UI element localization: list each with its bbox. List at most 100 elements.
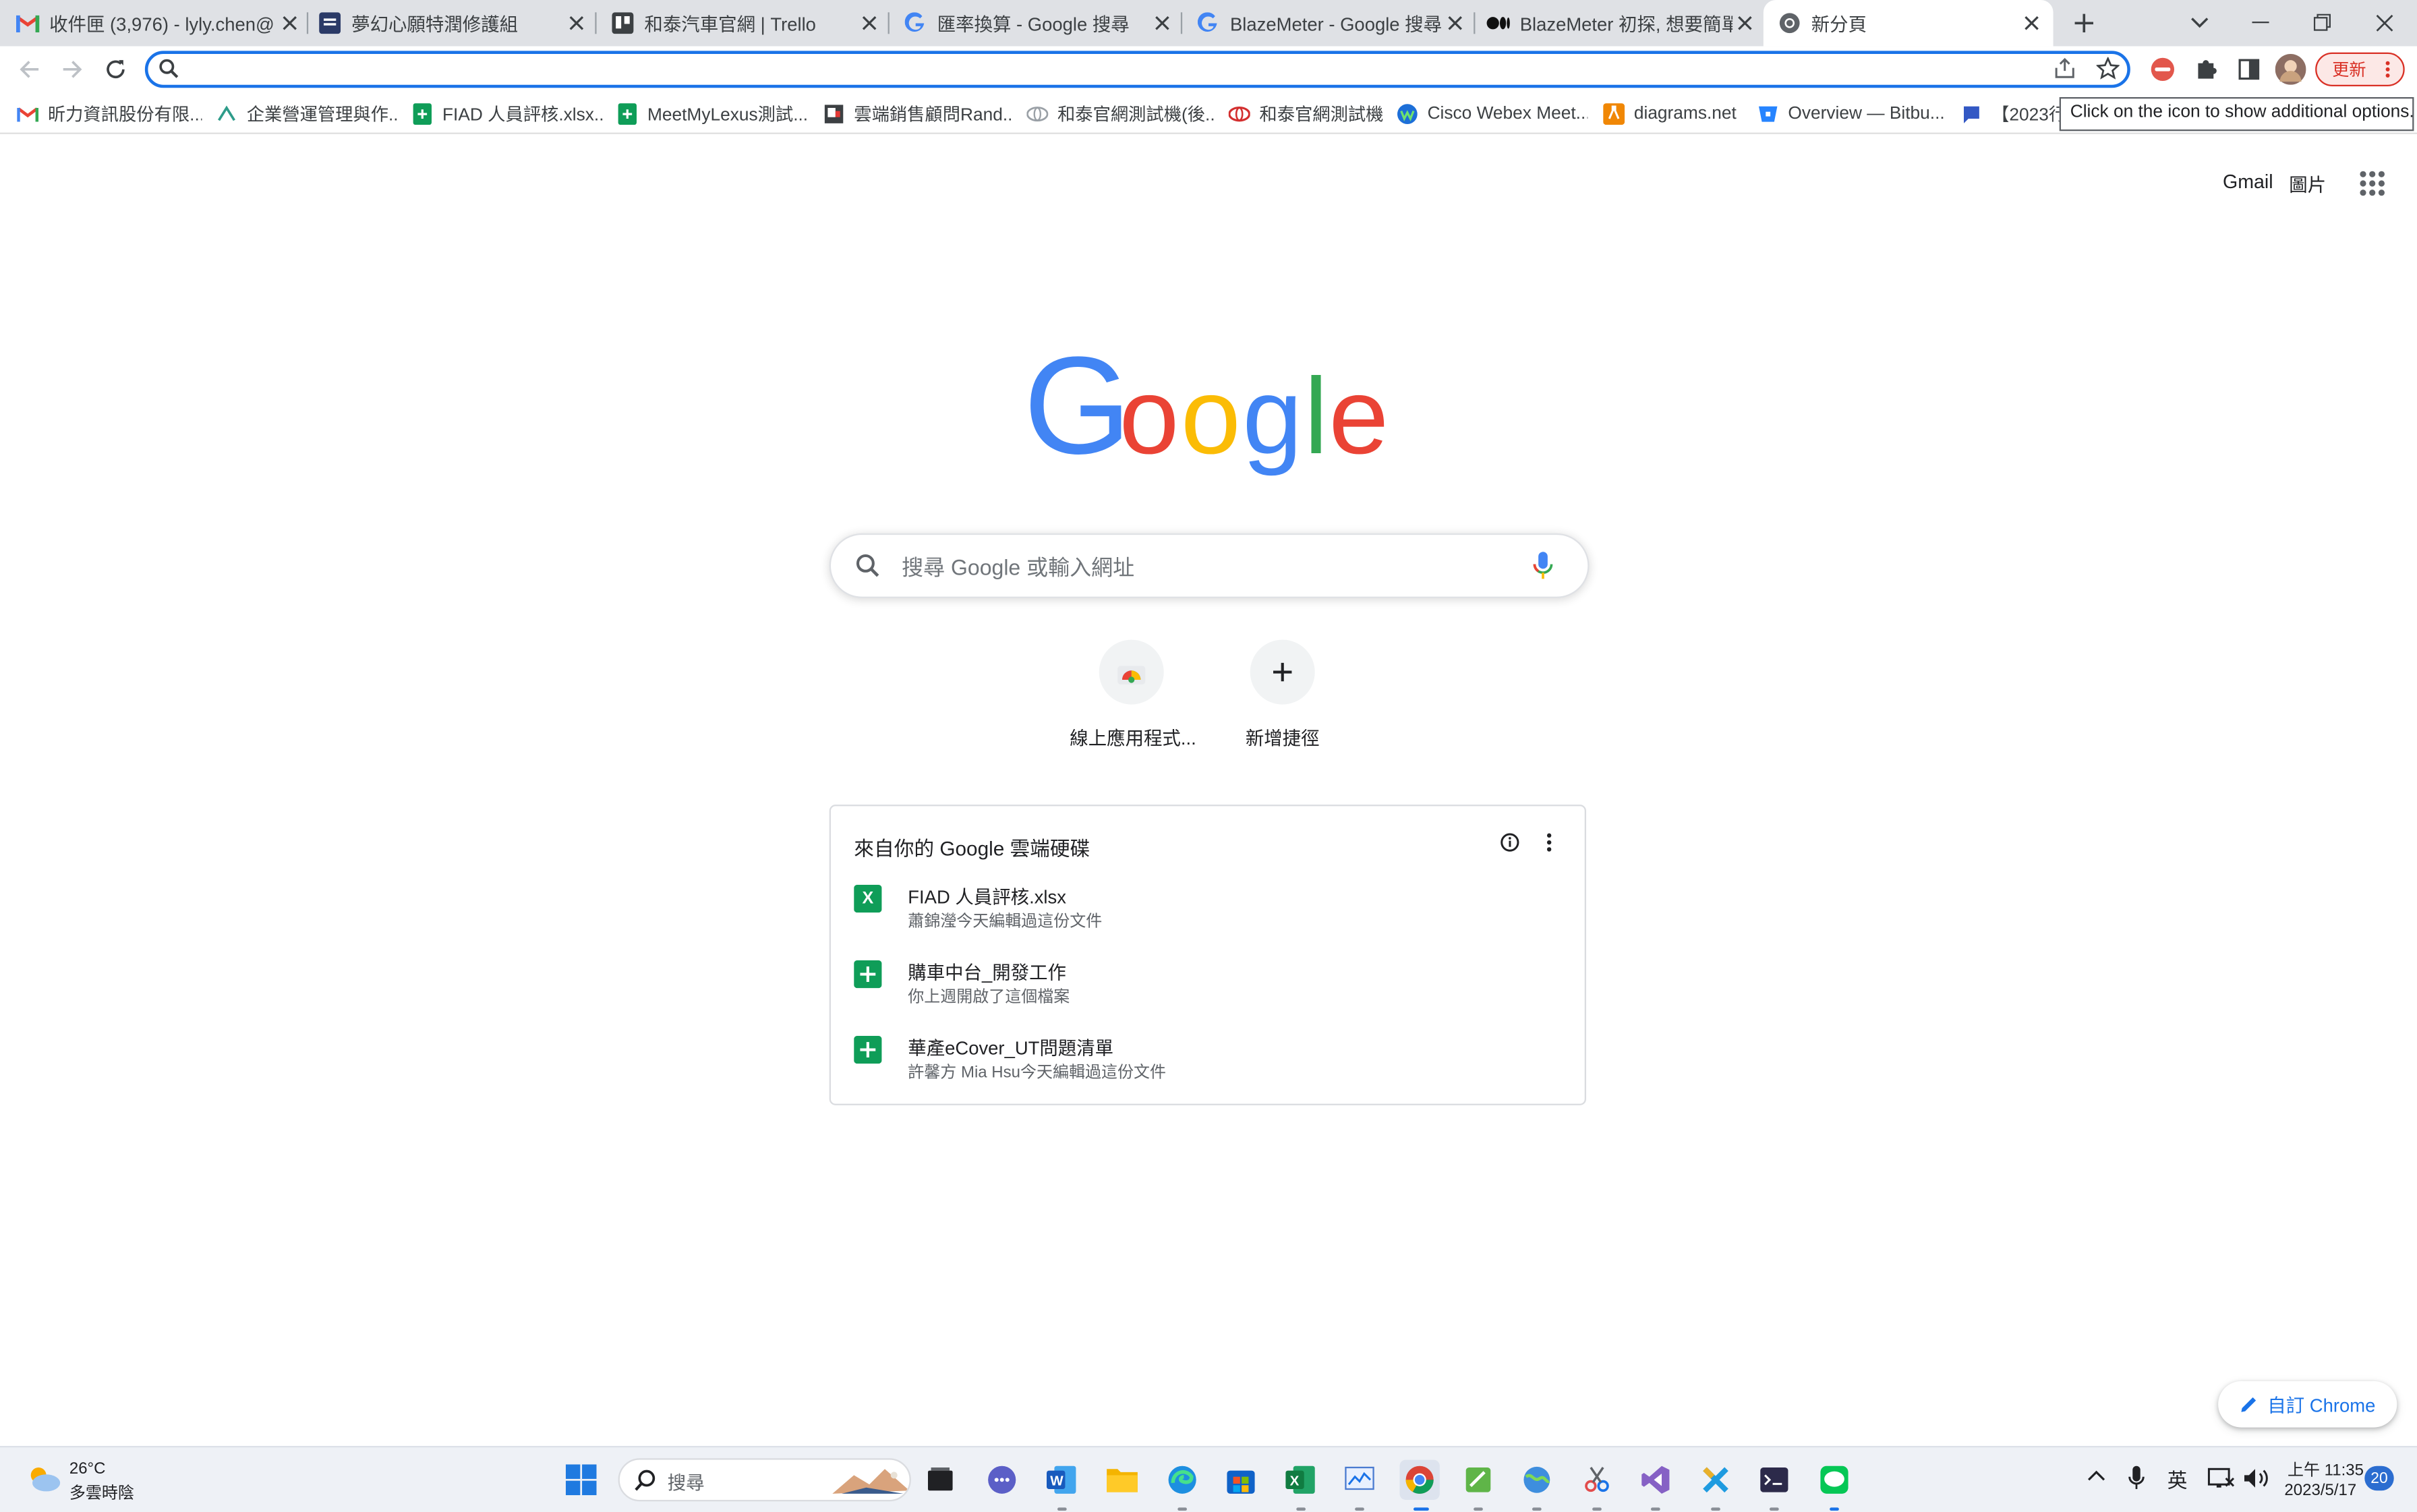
- notepad-icon[interactable]: [1458, 1460, 1498, 1500]
- profile-avatar[interactable]: [2275, 54, 2306, 85]
- excel-icon[interactable]: X: [1281, 1460, 1320, 1500]
- weather-icon[interactable]: [25, 1463, 62, 1494]
- search-box[interactable]: 搜尋 Google 或輸入網址: [829, 533, 1590, 598]
- tab-title: BlazeMeter - Google 搜尋: [1230, 13, 1443, 35]
- page-icon: [823, 103, 845, 125]
- chrome-icon[interactable]: [1399, 1459, 1440, 1500]
- microsoft-store-icon[interactable]: [1221, 1460, 1260, 1500]
- taskbar-search[interactable]: 搜尋: [618, 1458, 911, 1502]
- microphone-icon[interactable]: [1532, 550, 1554, 581]
- images-link[interactable]: 圖片: [2289, 171, 2326, 198]
- close-tab-icon[interactable]: [1443, 11, 1467, 36]
- clock-time[interactable]: 上午 11:35: [2288, 1458, 2364, 1481]
- close-window-button[interactable]: [2354, 0, 2415, 47]
- back-button[interactable]: [11, 51, 48, 88]
- bookmark-item[interactable]: 企業營運管理與作...: [216, 102, 398, 127]
- windows-start-icon[interactable]: [561, 1460, 601, 1500]
- taskbar: 26°C 多雲時陰 搜尋 W X 英 上午 11:35 2023/5/17 20: [0, 1446, 2417, 1512]
- volume-icon[interactable]: [2243, 1466, 2271, 1491]
- gmail-link[interactable]: Gmail: [2223, 171, 2273, 193]
- tab-title: 匯率換算 - Google 搜尋: [937, 13, 1130, 35]
- address-input[interactable]: [187, 57, 2014, 85]
- ad-block-extension-icon[interactable]: [2147, 54, 2178, 85]
- word-icon[interactable]: W: [1042, 1460, 1082, 1500]
- bookmark-item[interactable]: 雲端銷售顧問Rand...: [823, 102, 1011, 127]
- minimize-button[interactable]: [2230, 0, 2292, 47]
- share-icon[interactable]: [2054, 57, 2076, 80]
- reload-button[interactable]: [97, 51, 134, 88]
- drive-file-item[interactable]: X FIAD 人員評核.xlsx 蕭錦瀅今天編輯過這份文件: [854, 883, 1563, 945]
- bookmark-item[interactable]: FIAD 人員評核.xlsx...: [411, 102, 603, 127]
- tab-trello[interactable]: 和泰汽車官網 | Trello: [610, 0, 881, 47]
- google-apps-icon[interactable]: [2356, 167, 2389, 200]
- notification-count-badge[interactable]: 20: [2364, 1465, 2394, 1491]
- file-explorer-icon[interactable]: [1102, 1460, 1142, 1500]
- shortcut-web-store[interactable]: 線上應用程式...: [1070, 639, 1196, 751]
- running-app-indicator: [1296, 1507, 1306, 1511]
- side-panel-icon[interactable]: [2234, 54, 2265, 85]
- svg-text:e: e: [1329, 355, 1389, 476]
- snipping-tool-icon[interactable]: [1577, 1460, 1617, 1500]
- bookmark-item[interactable]: diagrams.net: [1603, 102, 1745, 127]
- tab-strip: 收件匣 (3,976) - lyly.chen@ 夢幻心願特潤修護組 和泰汽車官…: [0, 0, 2417, 47]
- chevron-up-icon[interactable]: [2087, 1469, 2105, 1481]
- active-app-indicator: [1414, 1507, 1429, 1511]
- drive-file-item[interactable]: 購車中台_開發工作 你上週開啟了這個檔案: [854, 959, 1563, 1020]
- bookmark-item[interactable]: 昕力資訊股份有限...: [17, 102, 202, 127]
- bookmark-item[interactable]: Cisco Webex Meet...: [1397, 102, 1588, 127]
- performance-monitor-icon[interactable]: [1339, 1460, 1379, 1500]
- bookmark-item[interactable]: 和泰官網測試機: [1228, 102, 1382, 127]
- close-tab-icon[interactable]: [1732, 11, 1757, 36]
- chat-icon: [1960, 103, 1982, 125]
- extensions-puzzle-icon[interactable]: [2190, 54, 2221, 85]
- more-options-icon[interactable]: [1544, 832, 1554, 852]
- tab-search-button[interactable]: [2169, 0, 2230, 47]
- network-globe-icon[interactable]: [1517, 1460, 1556, 1500]
- network-icon[interactable]: [2207, 1466, 2235, 1491]
- clock-date[interactable]: 2023/5/17: [2284, 1482, 2356, 1500]
- tab-new-tab[interactable]: 新分頁: [1763, 0, 2054, 47]
- close-tab-icon[interactable]: [277, 11, 302, 36]
- new-tab-button[interactable]: [2054, 0, 2115, 47]
- bookmark-item[interactable]: 【2023行: [1960, 102, 2060, 127]
- gmail-icon: [16, 11, 40, 36]
- visual-studio-icon[interactable]: [1635, 1460, 1675, 1500]
- close-tab-icon[interactable]: [1150, 11, 1175, 36]
- address-bar[interactable]: [144, 51, 2130, 88]
- webex-icon: [1397, 103, 1418, 125]
- edge-icon[interactable]: [1162, 1460, 1202, 1500]
- tab-google-fx[interactable]: 匯率換算 - Google 搜尋: [903, 0, 1174, 47]
- add-shortcut-button[interactable]: 新增捷徑: [1221, 639, 1344, 751]
- drive-file-item[interactable]: 華產eCover_UT問題清單 許馨方 Mia Hsu今天編輯過這份文件: [854, 1035, 1563, 1096]
- close-tab-icon[interactable]: [857, 11, 882, 36]
- svg-text:X: X: [1290, 1473, 1300, 1488]
- running-app-indicator: [1474, 1507, 1483, 1511]
- close-tab-icon[interactable]: [564, 11, 589, 36]
- line-messenger-icon[interactable]: [1814, 1460, 1854, 1500]
- bookmark-label: MeetMyLexus測試...: [647, 106, 808, 125]
- search-icon: [633, 1469, 656, 1492]
- microphone-icon[interactable]: [2127, 1464, 2145, 1492]
- task-view-icon[interactable]: [921, 1460, 960, 1500]
- tab-shop[interactable]: 夢幻心願特潤修護組: [318, 0, 589, 47]
- update-button[interactable]: 更新: [2315, 52, 2405, 86]
- tab-medium[interactable]: BlazeMeter 初探, 想要簡單: [1486, 0, 1757, 47]
- terminal-icon[interactable]: [1754, 1460, 1794, 1500]
- tab-gmail[interactable]: 收件匣 (3,976) - lyly.chen@: [16, 0, 302, 47]
- bookmark-star-icon[interactable]: [2096, 57, 2120, 80]
- forward-button[interactable]: [54, 51, 91, 88]
- customize-chrome-button[interactable]: 自訂 Chrome: [2218, 1381, 2397, 1428]
- close-tab-icon[interactable]: [2019, 11, 2044, 36]
- teams-chat-icon[interactable]: [982, 1460, 1022, 1500]
- tab-google-blazemeter[interactable]: BlazeMeter - Google 搜尋: [1196, 0, 1467, 47]
- input-method-indicator[interactable]: 英: [2167, 1464, 2188, 1493]
- running-app-indicator: [1177, 1507, 1188, 1511]
- bookmark-item[interactable]: 和泰官網測試機(後...: [1026, 102, 1215, 127]
- bookmark-label: 企業營運管理與作...: [246, 106, 398, 125]
- bookmark-item[interactable]: MeetMyLexus測試...: [616, 102, 808, 127]
- bookmark-item[interactable]: Overview — Bitbu...: [1757, 102, 1946, 127]
- sheets-icon: [854, 1036, 882, 1064]
- info-icon[interactable]: [1500, 832, 1520, 852]
- xmind-icon[interactable]: [1695, 1460, 1735, 1500]
- restore-button[interactable]: [2292, 0, 2354, 47]
